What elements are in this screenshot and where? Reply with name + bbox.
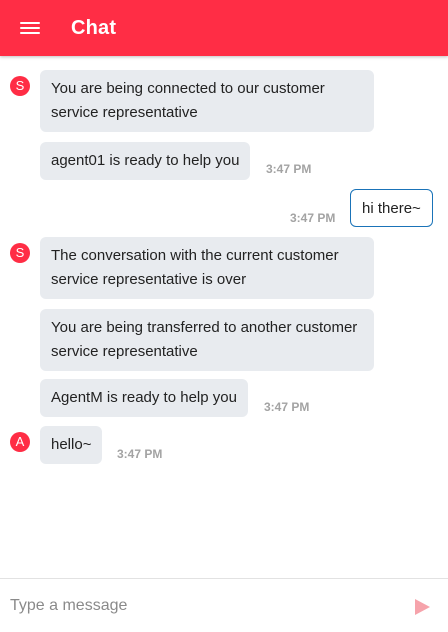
message-input[interactable] — [10, 593, 390, 619]
avatar: S — [10, 76, 30, 96]
message-time: 3:47 PM — [290, 211, 336, 225]
menu-icon[interactable] — [20, 20, 42, 36]
message-bubble-outgoing: hi there~ — [350, 189, 433, 227]
message-bubble: hello~ — [40, 426, 103, 464]
message-bubble: agent01 is ready to help you — [40, 142, 251, 180]
message-bubble: You are being transferred to another cus… — [40, 309, 374, 371]
send-icon[interactable] — [412, 597, 432, 617]
page-title: Chat — [71, 17, 117, 39]
message-composer — [0, 578, 448, 632]
app-bar: Chat — [0, 0, 448, 56]
avatar: A — [10, 432, 30, 452]
message-bubble: The conversation with the current custom… — [40, 237, 374, 299]
message-time: 3:47 PM — [266, 162, 312, 176]
message-bubble: AgentM is ready to help you — [40, 379, 248, 417]
message-time: 3:47 PM — [117, 447, 163, 461]
message-bubble: You are being connected to our customer … — [40, 70, 374, 132]
message-time: 3:47 PM — [264, 400, 310, 414]
avatar: S — [10, 243, 30, 263]
message-list[interactable]: S You are being connected to our custome… — [0, 56, 448, 578]
